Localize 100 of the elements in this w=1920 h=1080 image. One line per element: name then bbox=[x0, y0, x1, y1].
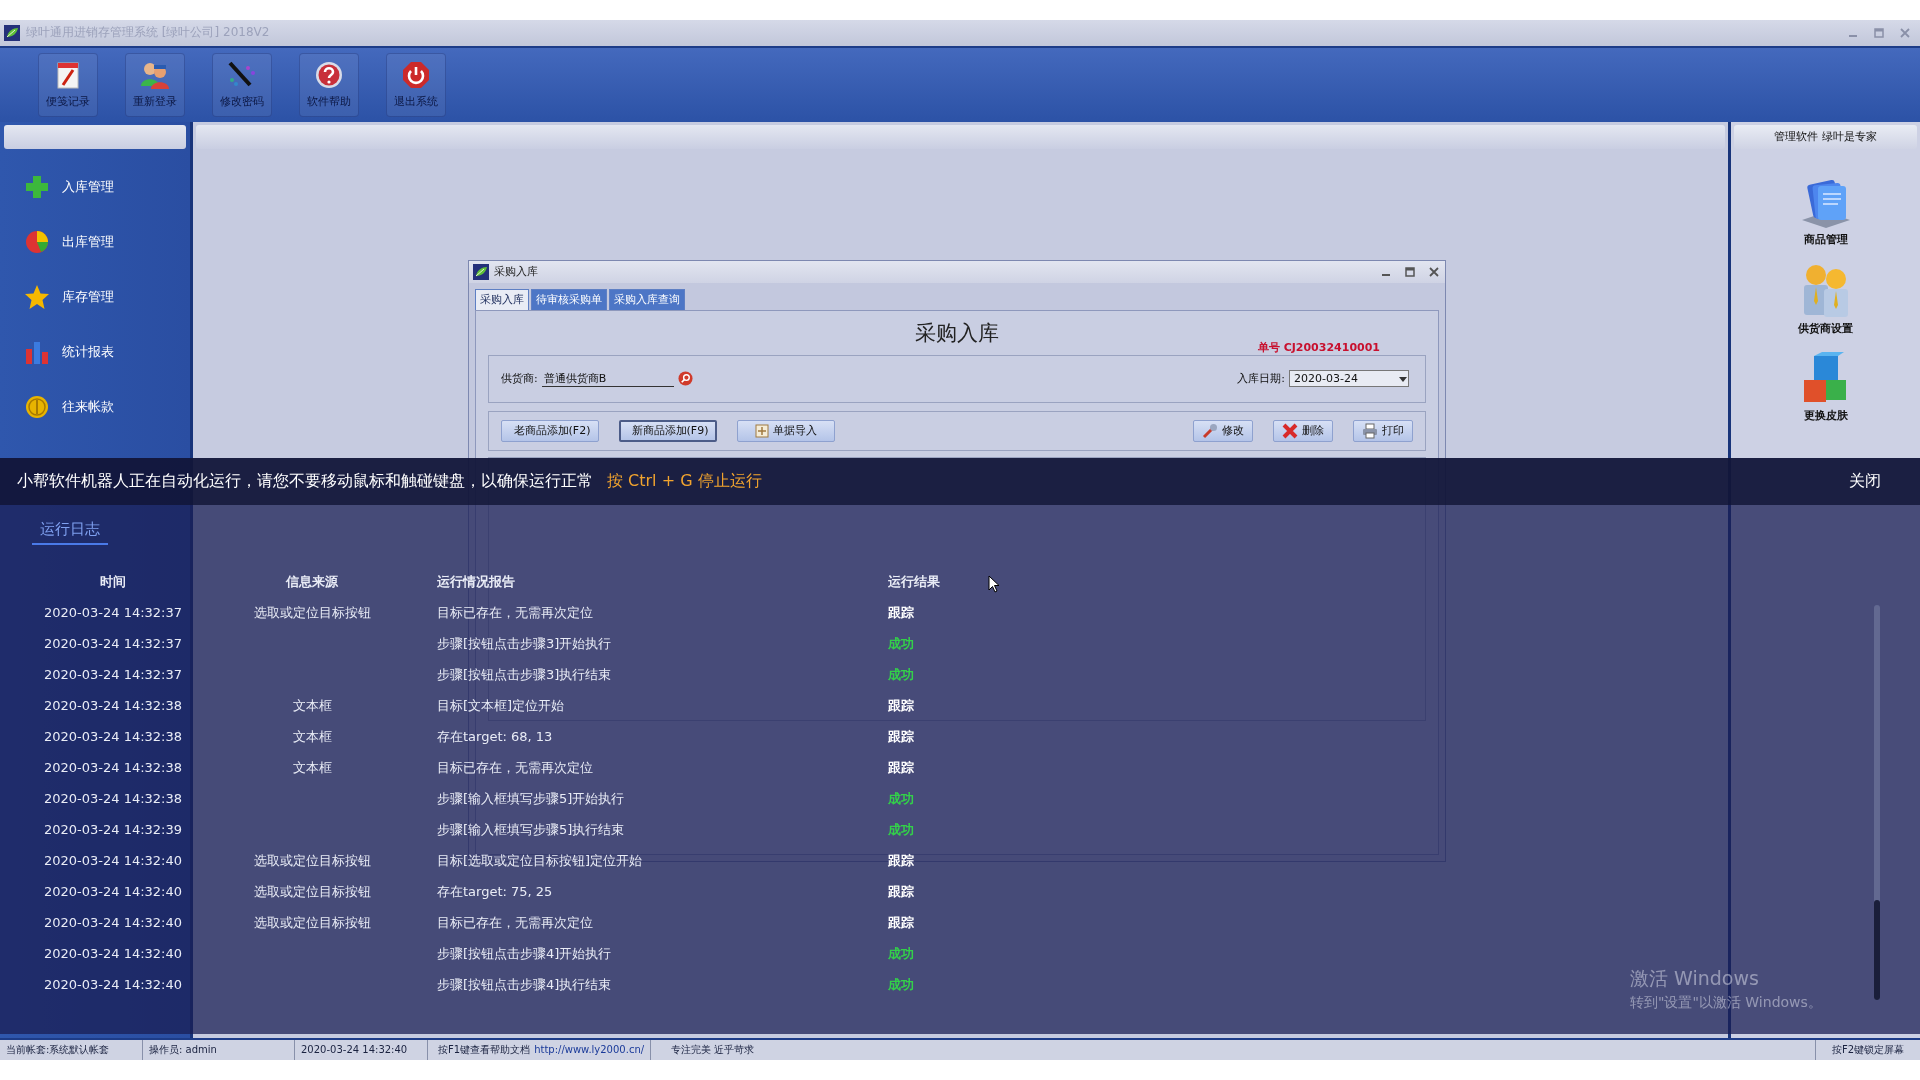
pie-chart-icon bbox=[24, 228, 50, 255]
table-cell-text: 2020-03-24 14:32:39 bbox=[42, 822, 184, 837]
date-field[interactable]: 2020-03-24 bbox=[1289, 370, 1409, 388]
status-text: 当前帐套:系统默认帐套 bbox=[6, 1043, 110, 1057]
activation-text: 转到"设置"以激活 Windows。 bbox=[1630, 994, 1822, 1012]
table-cell-text: 2020-03-24 14:32:40 bbox=[42, 946, 184, 961]
status-text: 跟踪 bbox=[888, 727, 915, 746]
tab[interactable]: 采购入库查询 bbox=[609, 288, 685, 310]
import-icon bbox=[755, 423, 769, 438]
shortcut-item[interactable]: 更换皮肤 bbox=[1797, 349, 1854, 423]
table-cell-text: 选取或定位目标按钮 bbox=[252, 882, 372, 901]
table-cell-text: 2020-03-24 14:32:37 bbox=[42, 636, 184, 651]
help-link[interactable]: http://www.ly2000.cn/ bbox=[534, 1044, 645, 1056]
status-text: 按F1键查看帮助文档 bbox=[438, 1043, 531, 1057]
table-cell-text: 步骤[输入框填写步骤5]开始执行 bbox=[437, 789, 626, 808]
table-cell-text: 目标已存在，无需再次定位 bbox=[437, 913, 594, 932]
activation-title: 激活 Windows bbox=[1630, 966, 1760, 991]
coin-icon bbox=[24, 393, 50, 420]
table-cell-text: 2020-03-24 14:32:38 bbox=[42, 760, 184, 775]
table-cell-text: 2020-03-24 14:32:40 bbox=[42, 977, 184, 992]
sidebar-item[interactable]: 统计报表 bbox=[0, 329, 190, 374]
table-cell-text: 2020-03-24 14:32:37 bbox=[42, 605, 184, 620]
table-cell-text: 目标已存在，无需再次定位 bbox=[437, 758, 594, 777]
column-header: 时间 bbox=[99, 573, 127, 591]
sidebar-item[interactable]: 库存管理 bbox=[0, 274, 190, 319]
status-text: 跟踪 bbox=[888, 851, 915, 870]
table-cell-text: 步骤[输入框填写步骤5]执行结束 bbox=[437, 820, 626, 839]
order-number: 单号 CJ20032410001 bbox=[1257, 339, 1380, 355]
notepad-icon bbox=[55, 60, 81, 91]
status-text: 成功 bbox=[888, 975, 915, 994]
power-icon[interactable] bbox=[401, 60, 431, 91]
status-text: 成功 bbox=[888, 789, 915, 808]
table-cell-text: 文本框 bbox=[291, 727, 333, 746]
table-cell-text: 2020-03-24 14:32:40 bbox=[42, 915, 184, 930]
shortcut-item[interactable]: 供货商设置 bbox=[1797, 260, 1854, 336]
app-icon bbox=[473, 263, 489, 280]
help-icon[interactable] bbox=[314, 60, 344, 91]
app-logo-icon bbox=[4, 25, 20, 41]
table-cell-text: 选取或定位目标按钮 bbox=[252, 851, 372, 870]
toolbar-button[interactable]: 删除 bbox=[1273, 419, 1333, 442]
close-icon[interactable] bbox=[1429, 266, 1439, 277]
status-text: 成功 bbox=[888, 665, 915, 684]
status-text: 专注完美 近乎苛求 bbox=[671, 1043, 755, 1057]
supplier-field[interactable]: 普通供货商B bbox=[541, 370, 674, 387]
table-cell-text: 存在target: 68, 13 bbox=[437, 727, 554, 746]
table-cell-text: 文本框 bbox=[291, 696, 333, 715]
tab[interactable]: 采购入库 bbox=[475, 288, 529, 310]
close-link[interactable]: 关闭 bbox=[1849, 471, 1903, 492]
table-cell-text: 目标[选取或定位目标按钮]定位开始 bbox=[437, 851, 644, 870]
table-cell-text: 步骤[按钮点击步骤3]执行结束 bbox=[437, 665, 613, 684]
sidebar-item[interactable]: 往来帐款 bbox=[0, 384, 190, 429]
star-icon bbox=[24, 283, 50, 310]
table-cell-text: 文本框 bbox=[291, 758, 333, 777]
users-icon bbox=[139, 60, 171, 91]
panel-title: 管理软件 绿叶是专家 bbox=[1734, 124, 1917, 149]
table-cell-text: 步骤[按钮点击步骤3]开始执行 bbox=[437, 634, 613, 653]
search-icon[interactable] bbox=[677, 371, 693, 387]
maximize-icon[interactable] bbox=[1405, 266, 1415, 277]
toolbar-button[interactable]: 打印 bbox=[1353, 419, 1413, 442]
table-cell-text: 2020-03-24 14:32:40 bbox=[42, 853, 184, 868]
table-cell-text: 2020-03-24 14:32:38 bbox=[42, 729, 184, 744]
delete-icon bbox=[1282, 422, 1298, 439]
banner-message: 小帮软件机器人正在自动化运行，请您不要移动鼠标和触碰键盘，以确保运行正常 bbox=[17, 471, 593, 492]
printer-icon bbox=[1362, 422, 1378, 439]
table-cell-text: 目标已存在，无需再次定位 bbox=[437, 603, 594, 622]
cursor-icon bbox=[988, 575, 1000, 593]
status-text: 跟踪 bbox=[888, 913, 915, 932]
column-header: 运行结果 bbox=[888, 573, 941, 591]
table-cell-text: 选取或定位目标按钮 bbox=[252, 603, 372, 622]
status-text: 成功 bbox=[888, 634, 915, 653]
form-heading: 采购入库 bbox=[915, 319, 999, 347]
tab[interactable]: 待审核采购单 bbox=[531, 288, 607, 310]
column-header: 运行情况报告 bbox=[437, 573, 516, 591]
table-cell-text: 选取或定位目标按钮 bbox=[252, 913, 372, 932]
field-label: 供货商: bbox=[501, 371, 538, 387]
wrench-icon bbox=[1202, 422, 1218, 439]
tab[interactable]: 运行日志 bbox=[32, 515, 108, 545]
table-cell-text: 2020-03-24 14:32:38 bbox=[42, 791, 184, 806]
status-text: 按F2键锁定屏幕 bbox=[1831, 1043, 1904, 1057]
status-text: 跟踪 bbox=[888, 603, 915, 622]
table-cell-text: 2020-03-24 14:32:38 bbox=[42, 698, 184, 713]
sidebar-item[interactable]: 入库管理 bbox=[0, 164, 190, 209]
status-text: 跟踪 bbox=[888, 882, 915, 901]
sidebar-item[interactable]: 出库管理 bbox=[0, 219, 190, 264]
status-text: 2020-03-24 14:32:40 bbox=[301, 1044, 408, 1056]
status-text: 跟踪 bbox=[888, 696, 915, 715]
status-text: 跟踪 bbox=[888, 758, 915, 777]
table-cell-text: 存在target: 75, 25 bbox=[437, 882, 554, 901]
shortcut-item[interactable]: 商品管理 bbox=[1797, 175, 1854, 247]
toolbar-button[interactable]: 修改 bbox=[1193, 419, 1253, 442]
scrollbar[interactable] bbox=[1874, 605, 1880, 1000]
table-cell-text: 步骤[按钮点击步骤4]开始执行 bbox=[437, 944, 613, 963]
status-text: 操作员: admin bbox=[149, 1043, 217, 1057]
table-cell-text: 2020-03-24 14:32:40 bbox=[42, 884, 184, 899]
status-text: 成功 bbox=[888, 944, 915, 963]
toolbar-button[interactable]: 新商品添加(F9) bbox=[619, 419, 717, 442]
status-text: 成功 bbox=[888, 820, 915, 839]
toolbar-button[interactable]: 单据导入 bbox=[737, 419, 835, 442]
toolbar-button[interactable]: 老商品添加(F2) bbox=[501, 419, 599, 442]
table-cell-text: 步骤[按钮点击步骤4]执行结束 bbox=[437, 975, 613, 994]
